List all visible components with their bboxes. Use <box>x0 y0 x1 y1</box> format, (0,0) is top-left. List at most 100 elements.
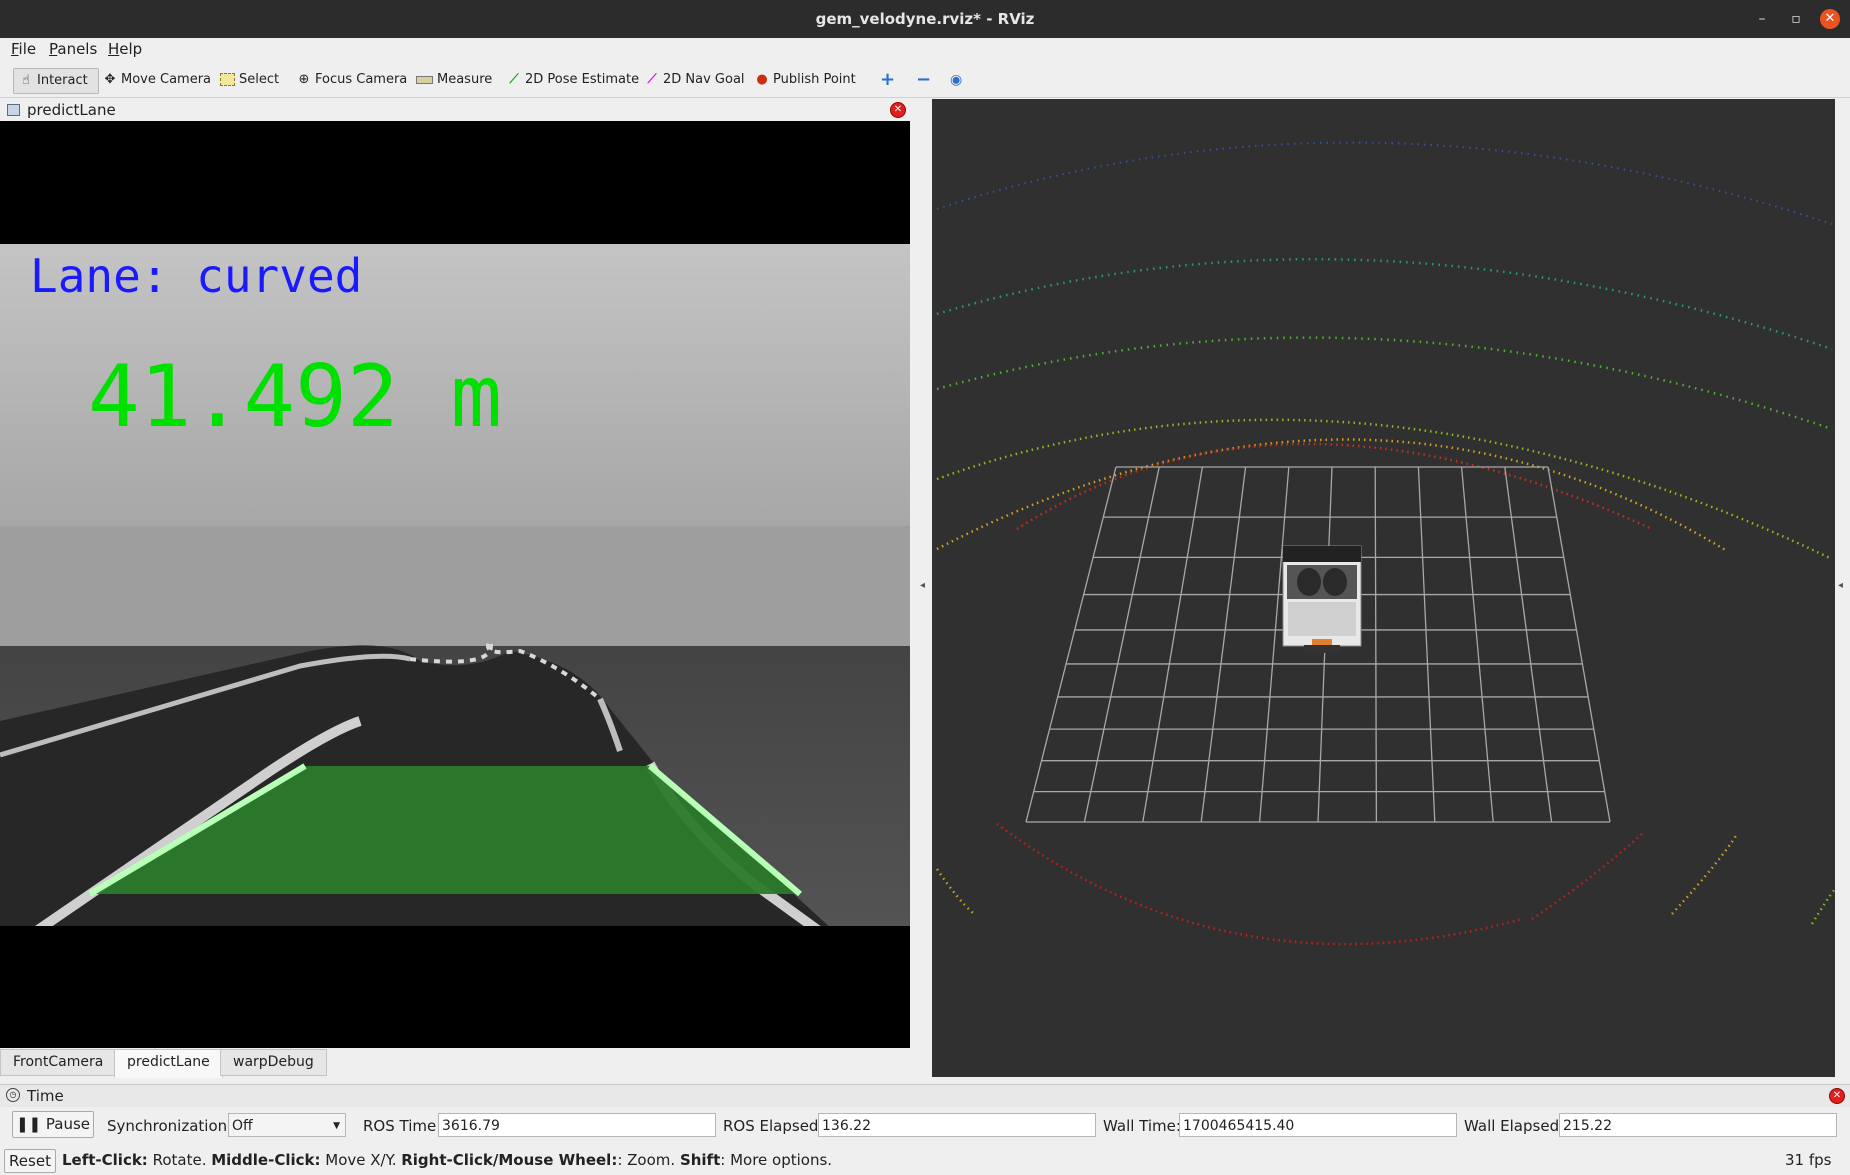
hint-shift-desc: : More options. <box>720 1151 833 1169</box>
grid-line <box>1083 466 1160 823</box>
distance-text: 41.492 m <box>88 347 503 447</box>
grid-line <box>1547 466 1611 823</box>
window-title: gem_velodyne.rviz* - RViz <box>815 10 1035 28</box>
publish-point-label: Publish Point <box>773 72 856 87</box>
ruler-icon <box>416 75 433 84</box>
pause-icon: ❚❚ <box>15 1115 42 1133</box>
pause-button[interactable]: ❚❚ Pause <box>12 1111 94 1138</box>
fps-readout: 31 fps <box>1785 1151 1832 1169</box>
menu-help-mnemonic: H <box>108 40 120 58</box>
lidar-ring <box>936 336 1833 431</box>
wall-elapsed-field[interactable]: 215.22 <box>1559 1113 1837 1137</box>
tab-predictlane[interactable]: predictLane <box>114 1049 223 1078</box>
green-arrow-icon: ⟋ <box>509 72 519 87</box>
camera-image-view: Lane: curved 41.492 m <box>0 121 910 1048</box>
lidar-ring <box>936 418 1833 561</box>
eye-icon[interactable]: ◉ <box>950 68 962 92</box>
panel-close-icon[interactable]: ✕ <box>890 102 906 118</box>
status-bar: Reset Left-Click: Rotate. Middle-Click: … <box>0 1148 1850 1175</box>
vehicle-model <box>1282 545 1362 653</box>
wall-time-field[interactable]: 1700465415.40 <box>1179 1113 1457 1137</box>
pose-estimate-label: 2D Pose Estimate <box>525 72 640 87</box>
publish-point-tool-button[interactable]: ● Publish Point <box>754 68 856 92</box>
hint-left-click: Left-Click: <box>62 1151 148 1169</box>
map-pin-icon: ● <box>756 72 768 87</box>
hand-pointer-icon: ☝ <box>22 73 30 88</box>
menu-file-label: ile <box>18 40 37 58</box>
pose-estimate-tool-button[interactable]: ⟋ 2D Pose Estimate <box>506 68 639 92</box>
measure-tool-button[interactable]: Measure <box>416 68 492 92</box>
3d-render-view[interactable] <box>932 99 1835 1077</box>
measure-label: Measure <box>437 72 493 87</box>
ros-time-label: ROS Time: <box>363 1117 442 1135</box>
sync-select[interactable]: Off ▼ <box>228 1113 346 1137</box>
hint-right-click-desc: : Zoom. <box>617 1151 680 1169</box>
menu-help-label: elp <box>119 40 143 58</box>
time-panel-close-icon[interactable]: ✕ <box>1829 1088 1845 1104</box>
sync-label: Synchronization: <box>107 1117 233 1135</box>
interact-label: Interact <box>37 73 88 88</box>
chevron-down-icon: ▼ <box>333 1121 340 1131</box>
move-arrows-icon: ✥ <box>104 72 116 87</box>
image-panel-header: predictLane ✕ <box>0 99 910 121</box>
move-camera-tool-button[interactable]: ✥ Move Camera <box>102 68 211 92</box>
wall-time-label: Wall Time: <box>1103 1117 1181 1135</box>
menu-file-mnemonic: F <box>11 40 19 58</box>
nav-goal-tool-button[interactable]: ⟋ 2D Nav Goal <box>644 68 745 92</box>
time-panel-header: ◷ Time ✕ <box>0 1084 1850 1107</box>
grid-line <box>1374 466 1378 823</box>
hint-middle-click-desc: Move X/Y. <box>320 1151 402 1169</box>
select-tool-button[interactable]: Select <box>220 68 279 92</box>
interact-tool-button[interactable]: ☝ Interact <box>13 68 99 94</box>
menu-panels-label: anels <box>57 40 98 58</box>
focus-camera-tool-button[interactable]: ⊕ Focus Camera <box>296 68 408 92</box>
lane-type-text: Lane: curved <box>30 249 363 303</box>
close-button[interactable]: ✕ <box>1820 9 1840 29</box>
hint-middle-click: Middle-Click: <box>211 1151 321 1169</box>
title-bar: gem_velodyne.rviz* - RViz – ▫ ✕ <box>0 0 1850 38</box>
minimize-button[interactable]: – <box>1752 9 1772 29</box>
sync-select-value: Off <box>232 1118 253 1134</box>
menu-bar: File Panels Help <box>0 38 1850 60</box>
pause-label: Pause <box>45 1115 91 1133</box>
ros-elapsed-field[interactable]: 136.22 <box>818 1113 1096 1137</box>
crosshair-icon: ⊕ <box>298 72 310 87</box>
image-panel-tabs: FrontCamera predictLane warpDebug <box>0 1049 920 1078</box>
menu-help[interactable]: Help <box>108 40 142 58</box>
grid-line <box>1142 466 1204 823</box>
hint-right-click: Right-Click/Mouse Wheel: <box>401 1151 618 1169</box>
panel-icon <box>7 104 20 116</box>
tab-warpdebug[interactable]: warpDebug <box>220 1049 327 1076</box>
maximize-button[interactable]: ▫ <box>1786 9 1806 29</box>
menu-file[interactable]: File <box>11 40 36 58</box>
lidar-ring <box>996 822 1523 946</box>
hint-shift: Shift <box>679 1151 721 1169</box>
tab-frontcamera[interactable]: FrontCamera <box>0 1049 117 1076</box>
lidar-ring <box>936 257 1833 351</box>
grid-line <box>1504 466 1553 823</box>
select-box-icon <box>220 73 235 86</box>
magenta-arrow-icon: ⟋ <box>647 72 657 87</box>
remove-tool-icon[interactable]: − <box>916 68 931 92</box>
splitter-left-handle[interactable]: ◂ <box>920 580 925 591</box>
3d-scene <box>935 141 1835 946</box>
grid-line <box>1025 466 1117 823</box>
status-hint: Left-Click: Rotate. Middle-Click: Move X… <box>62 1151 832 1169</box>
ros-time-field[interactable]: 3616.79 <box>438 1113 716 1137</box>
grid-line <box>1460 466 1494 823</box>
splitter-right-handle[interactable]: ◂ <box>1838 580 1843 591</box>
ros-elapsed-label: ROS Elapsed: <box>723 1117 824 1135</box>
hint-left-click-desc: Rotate. <box>147 1151 212 1169</box>
toolbar: ☝ Interact ✥ Move Camera Select ⊕ Focus Cam… <box>0 61 1850 98</box>
nav-goal-label: 2D Nav Goal <box>663 72 745 87</box>
reset-button[interactable]: Reset <box>4 1149 56 1173</box>
add-tool-icon[interactable]: + <box>880 68 895 92</box>
move-camera-label: Move Camera <box>121 72 212 87</box>
lidar-ring <box>936 438 1728 553</box>
clock-icon: ◷ <box>6 1088 20 1102</box>
time-panel-title: Time <box>27 1087 64 1105</box>
menu-panels[interactable]: Panels <box>49 40 97 58</box>
wall-elapsed-label: Wall Elapsed: <box>1464 1117 1565 1135</box>
select-label: Select <box>239 72 280 87</box>
grid-line <box>1200 466 1247 823</box>
